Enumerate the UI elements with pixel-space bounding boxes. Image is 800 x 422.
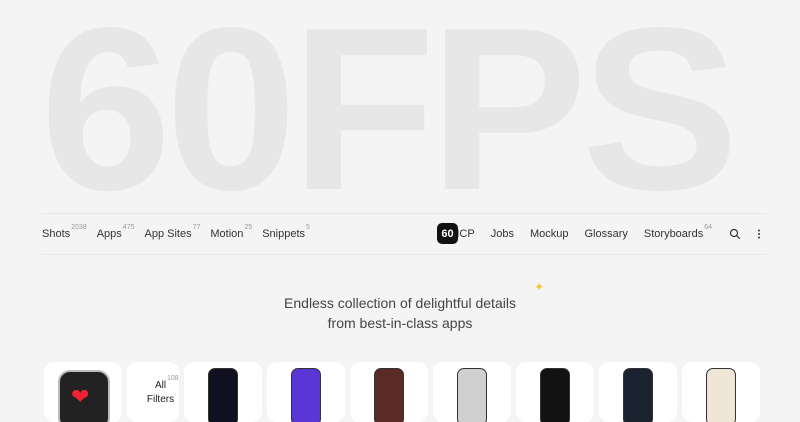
phone-preview: [374, 368, 404, 422]
more-vertical-icon[interactable]: [752, 227, 766, 241]
nav-glossary-label: Glossary: [584, 228, 628, 240]
nav-storyboards[interactable]: Storyboards 64: [643, 224, 712, 240]
secondary-nav: MCP Jobs Mockup Glossary Storyboards 64: [450, 224, 766, 241]
watch-image: ❤: [58, 370, 110, 422]
nav-snippets-label: Snippets: [262, 228, 306, 240]
nav-motion-label: Motion: [210, 228, 244, 240]
hero-banner: 60FPS: [40, 6, 770, 216]
phone-preview: [457, 368, 487, 422]
app-card[interactable]: [184, 362, 262, 422]
app-card[interactable]: [682, 362, 760, 422]
nav-motion-count: 25: [244, 224, 253, 231]
phone-preview: [291, 368, 321, 422]
nav-snippets[interactable]: Snippets 5: [262, 224, 310, 240]
sparkle-icon: ✦: [534, 280, 545, 294]
nav-apps-count: 475: [122, 224, 135, 231]
top-navigation: Shots 2038 Apps 475 App Sites 77 Motion …: [42, 213, 766, 255]
nav-jobs-label: Jobs: [490, 228, 514, 240]
nav-motion[interactable]: Motion 25: [210, 224, 252, 240]
nav-mockup[interactable]: Mockup: [530, 228, 569, 240]
nav-shots-count: 2038: [71, 224, 87, 231]
app-card-strip: ❤ All Filters 108: [44, 362, 760, 422]
app-card[interactable]: [599, 362, 677, 422]
hero-title: 60FPS: [40, 6, 739, 216]
phone-preview: [623, 368, 653, 422]
tagline-line-2: from best-in-class apps: [327, 315, 473, 331]
nav-jobs[interactable]: Jobs: [491, 228, 514, 240]
phone-preview: [208, 368, 238, 422]
nav-snippets-count: 5: [306, 224, 310, 231]
site-logo[interactable]: 60: [437, 223, 458, 244]
heart-icon: ❤: [71, 384, 90, 409]
nav-storyboards-count: 64: [704, 224, 712, 231]
search-icon[interactable]: [728, 227, 742, 241]
tagline-line-1: Endless collection of delightful details: [284, 295, 516, 311]
nav-storyboards-label: Storyboards: [643, 228, 704, 240]
all-filters-card[interactable]: All Filters 108: [127, 362, 179, 422]
nav-app-sites-label: App Sites: [144, 228, 192, 240]
tagline: Endless collection of delightful details…: [0, 293, 800, 333]
nav-apps-label: Apps: [96, 228, 122, 240]
primary-nav: Shots 2038 Apps 475 App Sites 77 Motion …: [42, 224, 316, 240]
all-filters-label: All Filters: [146, 380, 175, 405]
nav-shots-label: Shots: [42, 228, 71, 240]
nav-glossary[interactable]: Glossary: [584, 228, 627, 240]
nav-app-sites[interactable]: App Sites 77: [144, 224, 200, 240]
all-filters-count: 108: [167, 375, 179, 382]
app-card[interactable]: [267, 362, 345, 422]
phone-preview: [706, 368, 736, 422]
app-card[interactable]: [516, 362, 594, 422]
nav-shots[interactable]: Shots 2038: [42, 224, 87, 240]
nav-mockup-label: Mockup: [529, 228, 569, 240]
app-card-watch[interactable]: ❤: [44, 362, 122, 422]
phone-preview: [540, 368, 570, 422]
app-card[interactable]: [350, 362, 428, 422]
nav-apps[interactable]: Apps 475: [96, 224, 135, 240]
nav-app-sites-count: 77: [192, 224, 201, 231]
app-card[interactable]: [433, 362, 511, 422]
